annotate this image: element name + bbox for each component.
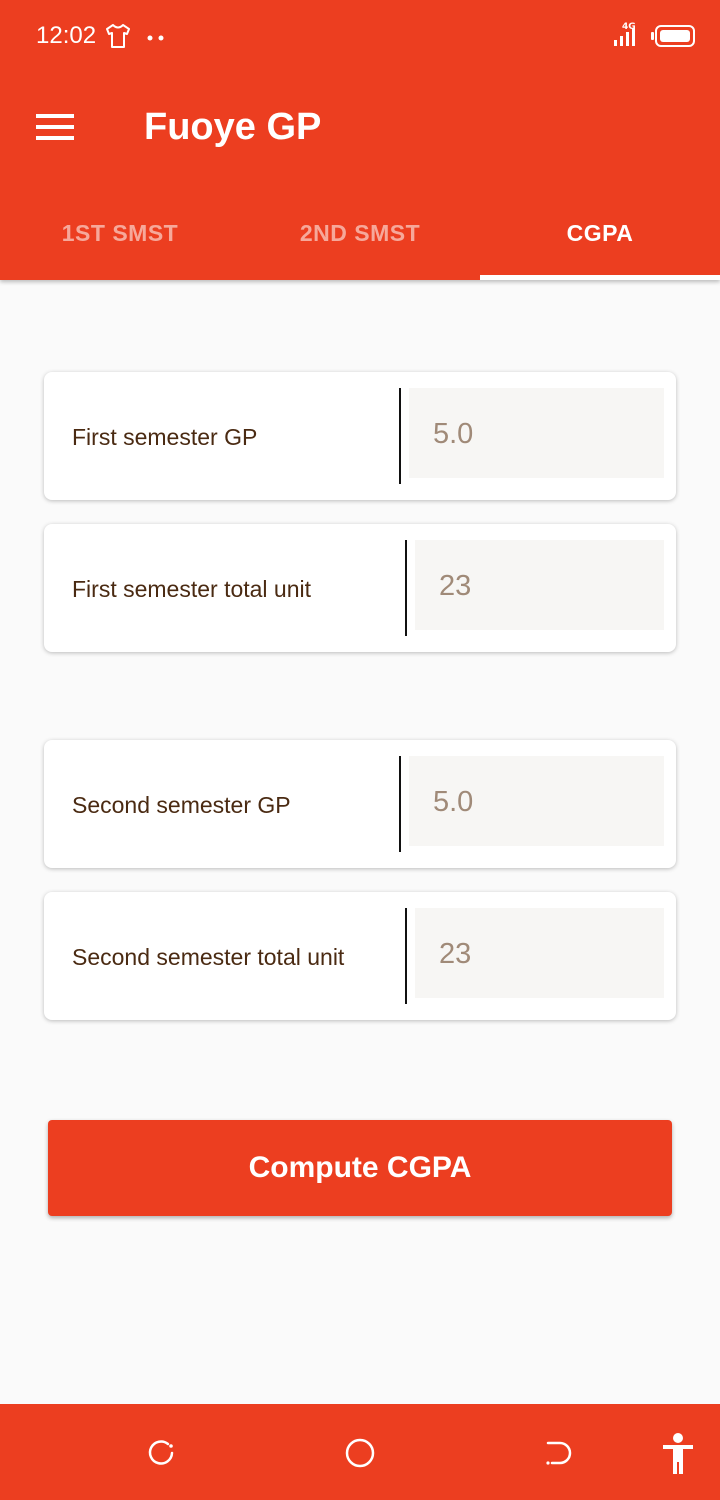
field-divider	[405, 540, 407, 636]
app-header: 12:02 4G Fuoye GP 1ST SMST 2ND SMST CGPA	[0, 0, 720, 280]
tab-2nd-smst[interactable]: 2ND SMST	[240, 200, 480, 280]
home-icon[interactable]	[344, 1437, 376, 1469]
tab-1st-smst[interactable]: 1ST SMST	[0, 200, 240, 280]
signal-4g-icon: 4G	[614, 22, 636, 46]
hamburger-menu-icon[interactable]	[36, 112, 76, 144]
first-semester-unit-label: First semester total unit	[72, 576, 312, 602]
app-title: Fuoye GP	[144, 106, 322, 148]
recents-icon[interactable]	[146, 1438, 176, 1468]
status-bar: 12:02 4G	[0, 0, 720, 72]
second-semester-unit-card: Second semester total unit 23	[44, 892, 676, 1020]
battery-icon	[651, 25, 695, 47]
first-semester-gp-label: First semester GP	[72, 424, 258, 450]
status-time: 12:02	[36, 22, 97, 49]
first-semester-unit-input[interactable]: 23	[415, 540, 664, 630]
first-semester-gp-input[interactable]: 5.0	[409, 388, 664, 478]
second-semester-unit-label: Second semester total unit	[72, 944, 345, 970]
field-divider	[399, 388, 401, 484]
compute-cgpa-button[interactable]: Compute CGPA	[48, 1120, 672, 1216]
second-semester-unit-input[interactable]: 23	[415, 908, 664, 998]
first-semester-unit-card: First semester total unit 23	[44, 524, 676, 652]
second-semester-gp-card: Second semester GP 5.0	[44, 740, 676, 868]
system-nav-bar	[0, 1404, 720, 1500]
back-icon[interactable]	[544, 1438, 576, 1468]
field-divider	[405, 908, 407, 1004]
second-semester-gp-label: Second semester GP	[72, 792, 291, 818]
notification-dots-icon	[147, 35, 164, 41]
shirt-icon	[106, 24, 130, 48]
accessibility-icon[interactable]	[660, 1432, 696, 1476]
second-semester-gp-input[interactable]: 5.0	[409, 756, 664, 846]
tab-cgpa[interactable]: CGPA	[480, 200, 720, 280]
first-semester-gp-card: First semester GP 5.0	[44, 372, 676, 500]
field-divider	[399, 756, 401, 852]
semester-tabs: 1ST SMST 2ND SMST CGPA	[0, 200, 720, 280]
